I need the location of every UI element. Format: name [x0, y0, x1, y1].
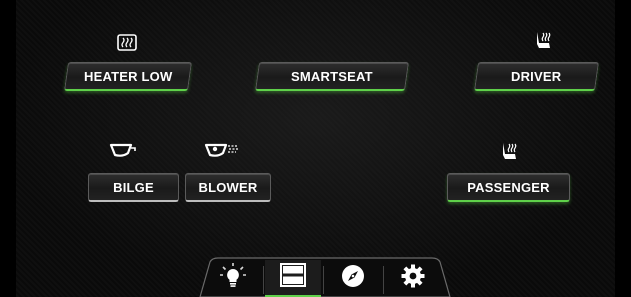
driver-button[interactable]: DRIVER [473, 62, 600, 91]
bottom-nav [198, 256, 452, 297]
blower-button-label: BLOWER [198, 179, 258, 195]
heater-button-label: HEATER LOW [83, 68, 173, 84]
compass-icon [341, 264, 365, 293]
nav-divider [263, 266, 264, 294]
nav-lights-tab[interactable] [205, 260, 261, 297]
heater-icon [117, 34, 137, 51]
bilge-icon [109, 142, 137, 160]
smartseat-button-label: SMARTSEAT [291, 68, 373, 84]
lightbulb-icon [219, 262, 247, 295]
nav-divider [383, 266, 384, 294]
heater-button[interactable]: HEATER LOW [63, 62, 193, 91]
passenger-button[interactable]: PASSENGER [447, 173, 570, 202]
nav-switches-tab[interactable] [265, 260, 321, 297]
nav-divider [323, 266, 324, 294]
bilge-button-label: BILGE [113, 179, 154, 195]
screen-bezel-left [0, 0, 16, 297]
smartseat-button[interactable]: SMARTSEAT [254, 62, 410, 91]
passenger-button-label: PASSENGER [467, 179, 550, 195]
gear-icon [401, 264, 425, 293]
driver-seat-heat-icon [534, 31, 552, 51]
blower-icon [204, 142, 240, 160]
blower-button[interactable]: BLOWER [185, 173, 271, 202]
switch-panel-icon [280, 263, 306, 292]
nav-navigation-tab[interactable] [325, 260, 381, 297]
passenger-seat-heat-icon [500, 142, 518, 162]
screen-bezel-right [615, 0, 631, 297]
nav-settings-tab[interactable] [385, 260, 441, 297]
bilge-button[interactable]: BILGE [88, 173, 179, 202]
driver-button-label: DRIVER [511, 68, 562, 84]
